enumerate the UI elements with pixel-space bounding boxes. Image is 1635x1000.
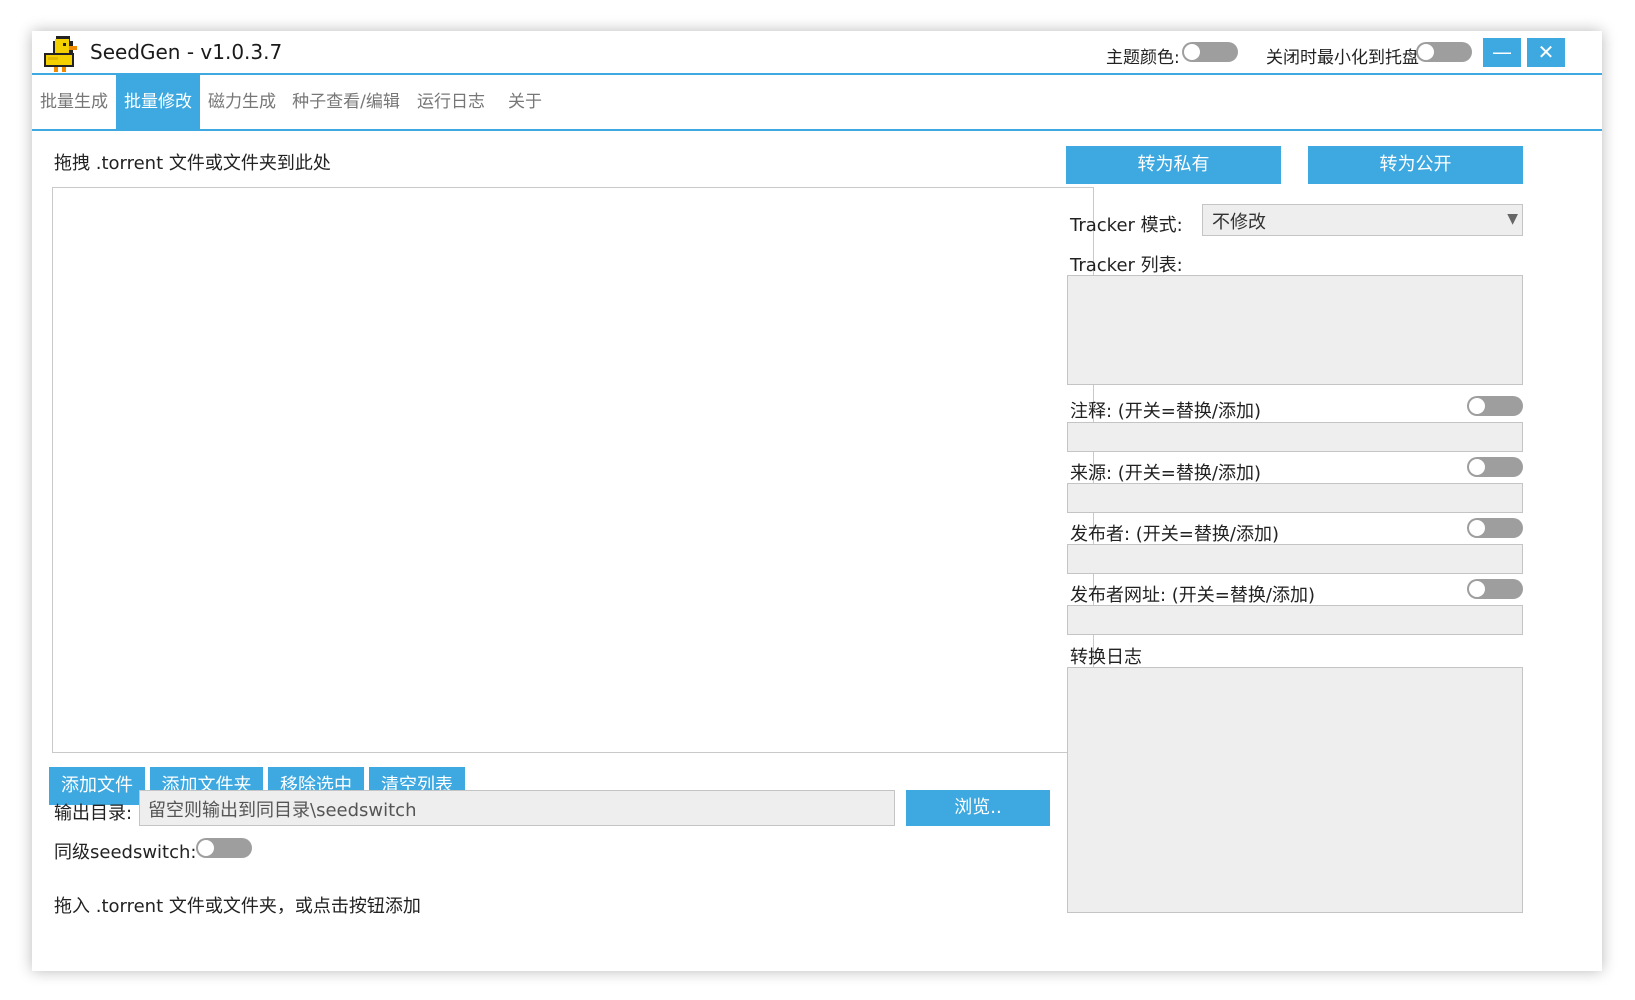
output-dir-input[interactable]: 留空则输出到同目录\seedswitch	[139, 790, 895, 826]
toggle-knob	[1184, 44, 1200, 60]
tab-batch-generate[interactable]: 批量生成	[32, 75, 116, 129]
toggle-knob	[198, 840, 214, 856]
tracker-list-textarea[interactable]	[1067, 275, 1523, 385]
comment-label: 注释: (开关=替换/添加)	[1070, 401, 1261, 422]
conversion-log-label: 转换日志	[1070, 647, 1142, 668]
toggle-knob	[1418, 44, 1434, 60]
publisher-label: 发布者: (开关=替换/添加)	[1070, 524, 1279, 545]
minimize-to-tray-label: 关闭时最小化到托盘	[1266, 48, 1419, 68]
app-window: SeedGen - v1.0.3.7 主题颜色: 关闭时最小化到托盘 — ✕ 批…	[32, 31, 1602, 971]
minimize-to-tray-toggle[interactable]	[1416, 42, 1472, 62]
chevron-down-icon: ▼	[1507, 211, 1518, 227]
publisher-toggle[interactable]	[1467, 518, 1523, 538]
publisher-url-label: 发布者网址: (开关=替换/添加)	[1070, 585, 1315, 606]
to-private-button[interactable]: 转为私有	[1066, 146, 1281, 184]
tab-about[interactable]: 关于	[494, 75, 556, 129]
minimize-icon: —	[1492, 40, 1512, 64]
comment-input[interactable]	[1067, 422, 1523, 452]
tracker-mode-value: 不修改	[1212, 212, 1266, 233]
source-label: 来源: (开关=替换/添加)	[1070, 463, 1261, 484]
publisher-url-input[interactable]	[1067, 605, 1523, 635]
source-input[interactable]	[1067, 483, 1523, 513]
same-level-seedswitch-label: 同级seedswitch:	[54, 842, 197, 863]
close-icon: ✕	[1537, 40, 1555, 64]
browse-button[interactable]: 浏览..	[906, 790, 1050, 826]
comment-toggle[interactable]	[1467, 396, 1523, 416]
title-bar: SeedGen - v1.0.3.7 主题颜色: 关闭时最小化到托盘 — ✕	[32, 31, 1602, 75]
tab-bar: 批量生成 批量修改 磁力生成 种子查看/编辑 运行日志 关于	[32, 75, 1602, 131]
conversion-log-textarea[interactable]	[1067, 667, 1523, 913]
same-level-seedswitch-toggle[interactable]	[196, 838, 252, 858]
output-dir-label: 输出目录:	[54, 803, 133, 824]
tracker-list-label: Tracker 列表:	[1070, 255, 1183, 276]
drop-hint-label: 拖拽 .torrent 文件或文件夹到此处	[54, 153, 331, 174]
status-text: 拖入 .torrent 文件或文件夹，或点击按钮添加	[54, 896, 421, 917]
torrent-drop-list[interactable]	[52, 187, 1094, 753]
toggle-knob	[1469, 459, 1485, 475]
tab-torrent-view-edit[interactable]: 种子查看/编辑	[284, 75, 408, 129]
tab-magnet-generate[interactable]: 磁力生成	[200, 75, 284, 129]
source-toggle[interactable]	[1467, 457, 1523, 477]
tab-batch-modify[interactable]: 批量修改	[116, 75, 200, 129]
app-title: SeedGen - v1.0.3.7	[90, 40, 283, 64]
publisher-input[interactable]	[1067, 544, 1523, 574]
tracker-mode-label: Tracker 模式:	[1070, 215, 1183, 236]
publisher-url-toggle[interactable]	[1467, 579, 1523, 599]
minimize-button[interactable]: —	[1483, 38, 1521, 67]
theme-color-toggle[interactable]	[1182, 42, 1238, 62]
to-public-button[interactable]: 转为公开	[1308, 146, 1523, 184]
duck-logo-icon	[44, 36, 77, 72]
tracker-mode-select[interactable]: 不修改 ▼	[1202, 204, 1523, 236]
close-button[interactable]: ✕	[1527, 38, 1565, 67]
toggle-knob	[1469, 398, 1485, 414]
toggle-knob	[1469, 581, 1485, 597]
tab-run-log[interactable]: 运行日志	[408, 75, 494, 129]
toggle-knob	[1469, 520, 1485, 536]
theme-color-label: 主题颜色:	[1106, 48, 1180, 68]
